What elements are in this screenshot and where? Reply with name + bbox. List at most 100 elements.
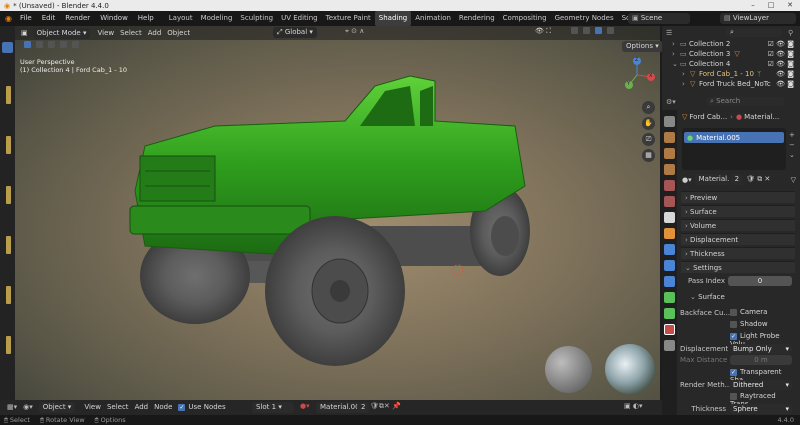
material-tab-icon[interactable] <box>664 324 675 335</box>
expand-arrow-icon[interactable]: › <box>682 80 690 88</box>
camera-checkbox[interactable]: Camera <box>730 308 767 316</box>
displacement-dropdown[interactable]: Bump Only ▾ <box>730 344 792 354</box>
outliner-item[interactable]: › ▭ Collection 2 ☑ 👁 ◙ <box>664 39 798 49</box>
tab-geometry-nodes[interactable]: Geometry Nodes <box>551 11 618 26</box>
snapping-icon[interactable]: ⌖ ⊙ ∧ <box>345 27 364 36</box>
mode-dropdown[interactable]: Object Mode ▾ <box>32 27 91 39</box>
panel-settings[interactable]: ⌄ Settings <box>681 261 795 273</box>
navigation-gizmo[interactable]: X Z Y <box>617 55 657 95</box>
properties-editor-icon[interactable]: ⚙▾ <box>666 98 676 106</box>
select-extend-icon[interactable] <box>36 41 43 48</box>
overlay-toggle-icons[interactable]: ▣ ◐▾ <box>624 402 642 410</box>
output-tab-icon[interactable] <box>664 148 675 159</box>
object-mode-icon[interactable]: ▣ <box>18 28 31 39</box>
tab-compositing[interactable]: Compositing <box>499 11 551 26</box>
select-box-mode-icon[interactable] <box>24 41 31 48</box>
rendered-shading-button[interactable] <box>607 27 614 34</box>
view-layer-tab-icon[interactable] <box>664 164 675 175</box>
tab-animation[interactable]: Animation <box>411 11 455 26</box>
slot-list-buttons[interactable]: + − ⌄ <box>789 130 795 160</box>
modifier-tab-icon[interactable] <box>664 244 675 255</box>
transform-orientation-dropdown[interactable]: ⤢ Global ▾ <box>273 27 317 38</box>
visibility-icons[interactable]: 👁 ◙ <box>776 80 794 88</box>
breadcrumb-object[interactable]: Ford Cab... <box>689 113 727 121</box>
shader-menu-node[interactable]: Node <box>151 402 175 413</box>
outliner-search-input[interactable]: ⌕ <box>726 28 782 37</box>
scene-selector[interactable]: ▣ Scene <box>628 13 690 24</box>
shader-menu-select[interactable]: Select <box>104 402 132 413</box>
tool-tab-icon[interactable] <box>664 116 675 127</box>
scene-tab-icon[interactable] <box>664 180 675 191</box>
viewport-menu-select[interactable]: Select <box>117 28 145 39</box>
viewport-menu-view[interactable]: View <box>94 28 117 39</box>
gizmo-toggle-icon[interactable]: 👁 ⛶ <box>535 27 551 36</box>
wireframe-shading-button[interactable] <box>571 27 578 34</box>
shader-menu-add[interactable]: Add <box>132 402 152 413</box>
tab-layout[interactable]: Layout <box>165 11 197 26</box>
visibility-icons[interactable]: ☑ 👁 ◙ <box>768 50 794 58</box>
object-tab-icon[interactable] <box>664 228 675 239</box>
options-dropdown[interactable]: Options ▾ <box>622 41 663 52</box>
menu-file[interactable]: File <box>15 11 37 26</box>
render-tab-icon[interactable] <box>664 132 675 143</box>
shadow-checkbox[interactable]: Shadow <box>730 320 768 328</box>
grid-view-icon[interactable]: ▦ <box>642 149 655 162</box>
select-invert-icon[interactable] <box>60 41 67 48</box>
outliner-item[interactable]: › ▽ Ford Cab_1 - 10 ᛘ 👁 ◙ <box>664 69 798 79</box>
texture-tab-icon[interactable] <box>664 340 675 351</box>
menu-help[interactable]: Help <box>133 11 159 26</box>
constraints-tab-icon[interactable] <box>664 292 675 303</box>
shader-type-icon[interactable]: ◉▾ <box>20 402 36 413</box>
select-intersect-icon[interactable] <box>72 41 79 48</box>
outliner-item[interactable]: ⌄ ▭ Collection 4 ☑ 👁 ◙ <box>664 59 798 69</box>
max-distance-field[interactable]: 0 m <box>730 355 792 365</box>
material-preview-button[interactable] <box>595 27 602 34</box>
maximize-button[interactable]: □ <box>764 0 778 11</box>
panel-displacement[interactable]: › Displacement <box>681 233 795 245</box>
material-link-icon[interactable]: ▽ <box>791 176 796 184</box>
use-nodes-checkbox[interactable]: ✓ Use Nodes <box>175 402 228 413</box>
zoom-icon[interactable]: ⌕ <box>642 101 655 114</box>
select-tool-icon[interactable] <box>2 42 13 53</box>
pan-hand-icon[interactable]: ✋ <box>642 117 655 130</box>
visibility-icons[interactable]: ☑ 👁 ◙ <box>768 40 794 48</box>
outliner-item[interactable]: › ▭ Collection 3 ▽ ☑ 👁 ◙ <box>664 49 798 59</box>
shader-object-dropdown[interactable]: Object ▾ <box>38 402 76 413</box>
outliner-filter-icon[interactable]: ⚲ <box>788 29 793 37</box>
expand-arrow-icon[interactable]: › <box>682 70 690 78</box>
panel-volume[interactable]: › Volume <box>681 219 795 231</box>
tab-modeling[interactable]: Modeling <box>197 11 237 26</box>
panel-thickness[interactable]: › Thickness <box>681 247 795 259</box>
user-count-badge[interactable]: 2 <box>730 174 744 185</box>
slot-dropdown[interactable]: Slot 1 ▾ <box>252 402 294 413</box>
menu-window[interactable]: Window <box>95 11 133 26</box>
world-tab-icon[interactable] <box>664 196 675 207</box>
tab-uv-editing[interactable]: UV Editing <box>277 11 322 26</box>
viewport-menu-object[interactable]: Object <box>164 28 193 39</box>
select-subtract-icon[interactable] <box>48 41 55 48</box>
data-tab-icon[interactable] <box>664 308 675 319</box>
menu-edit[interactable]: Edit <box>37 11 61 26</box>
material-browse-icon[interactable]: ●▾ <box>300 402 310 410</box>
camera-view-icon[interactable]: ⎚ <box>642 133 655 146</box>
shader-datablock-icons[interactable]: 🛡⧉✕ 📌 <box>370 402 401 411</box>
expand-arrow-icon[interactable]: ⌄ <box>672 60 680 68</box>
close-button[interactable]: ✕ <box>783 0 797 11</box>
shader-user-count[interactable]: 2 <box>357 402 370 413</box>
collection-tab-icon[interactable] <box>664 212 675 223</box>
fake-user-icon[interactable]: 🛡 ⧉ ✕ <box>746 175 770 184</box>
viewport-menu-add[interactable]: Add <box>145 28 165 39</box>
outliner-item[interactable]: › ▽ Ford Truck Bed_NoTc 👁 ◙ <box>664 79 798 89</box>
pass-index-field[interactable]: 0 <box>728 276 792 286</box>
properties-search-input[interactable]: ⌕ Search <box>706 97 784 106</box>
shader-menu-view[interactable]: View <box>81 402 104 413</box>
expand-arrow-icon[interactable]: › <box>672 50 680 58</box>
tab-rendering[interactable]: Rendering <box>455 11 499 26</box>
material-browse-icon[interactable]: ●▾ <box>682 176 692 184</box>
breadcrumb-material[interactable]: Material... <box>744 113 779 121</box>
view-layer-selector[interactable]: ▤ ViewLayer <box>720 13 796 24</box>
panel-surface[interactable]: › Surface <box>681 205 795 217</box>
editor-type-icon[interactable]: ▦▾ <box>4 402 20 413</box>
tab-shading[interactable]: Shading <box>374 11 412 26</box>
visibility-icons[interactable]: 👁 ◙ <box>776 70 794 78</box>
